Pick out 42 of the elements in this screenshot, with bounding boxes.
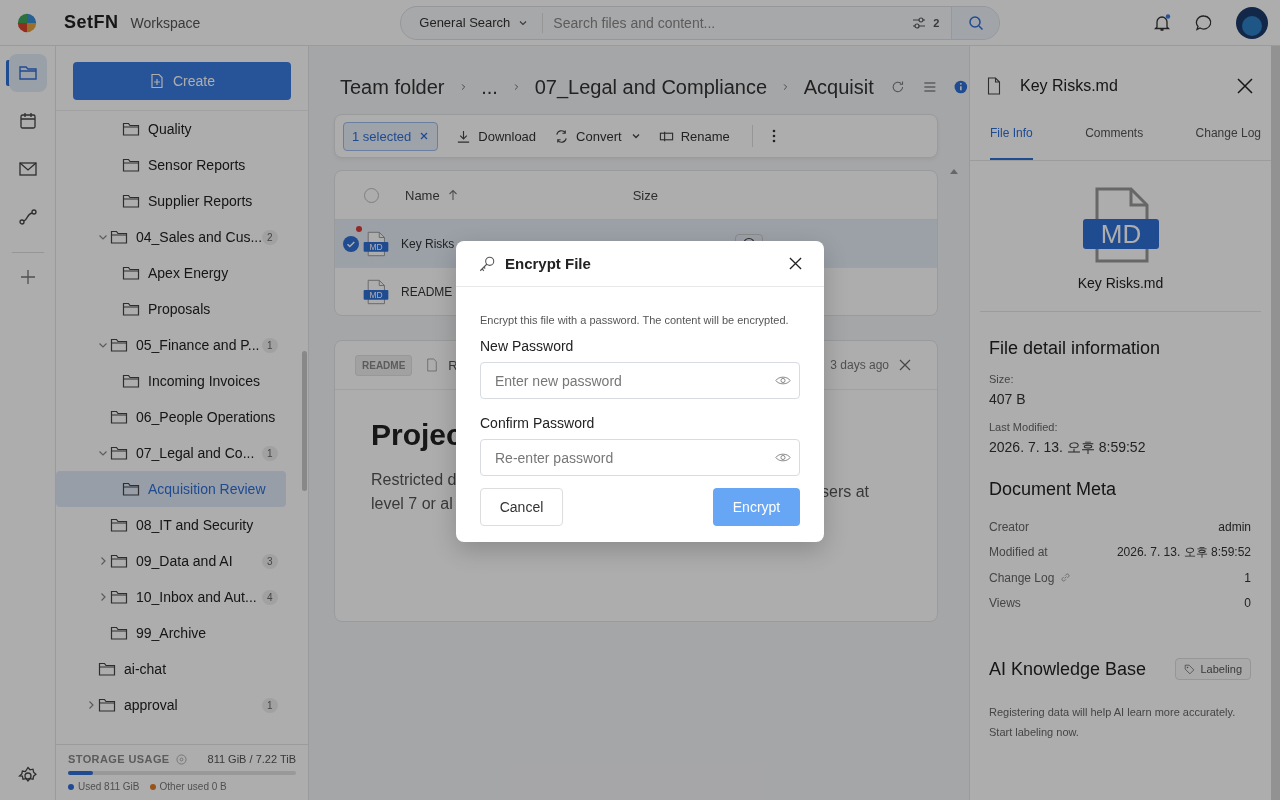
count-badge: 4 [262, 589, 278, 605]
legend-label: Used 811 GiB [78, 781, 140, 792]
field-label: New Password [480, 338, 575, 354]
dialog-description: Encrypt this file with a password. The content will be encrypted. [480, 313, 790, 328]
section-title: File detail information [989, 338, 1162, 359]
section-title: AI Knowledge Base [989, 658, 1147, 680]
readme-text: Restricted d [371, 470, 458, 490]
meta-value: 1 [1244, 570, 1251, 585]
field-value: 2026. 7. 13. 오후 8:59:52 [989, 439, 1147, 457]
file-name: README [401, 284, 454, 299]
meta-value: 2026. 7. 13. 오후 8:59:52 [1116, 543, 1251, 561]
file-name: Key Risks [401, 236, 456, 251]
field-label: Last Modified: [989, 421, 1059, 433]
readme-badge: README [355, 354, 413, 376]
meta-label: Creator [989, 519, 1029, 534]
count-badge: 1 [262, 337, 278, 353]
readme-text: level 7 or al [371, 494, 454, 514]
count-badge: 1 [262, 445, 278, 461]
readme-heading: Projec [371, 418, 463, 452]
section-title: Document Meta [989, 479, 1118, 500]
field-value: 407 B [989, 391, 1027, 407]
filter-count: 2 [933, 16, 940, 29]
brand-name: SetFN [64, 12, 119, 33]
field-label: Confirm Password [480, 415, 596, 431]
count-badge: 1 [262, 697, 278, 713]
modified-time: 3 days ago [830, 358, 889, 372]
meta-value: 0 [1244, 596, 1251, 611]
count-badge: 3 [262, 553, 278, 569]
meta-label: Change Log [989, 570, 1055, 585]
legend-label: Other used 0 B [159, 781, 227, 792]
field-label: Size: [989, 373, 1015, 385]
meta-label: Modified at [989, 545, 1048, 560]
panel-title: Key Risks.md [1020, 77, 1118, 95]
dialog-title: Encrypt File [505, 255, 591, 272]
ai-note: Registering data will help AI learn more accurately. Start labeling now. [989, 705, 1237, 740]
storage-title: STORAGE USAGE [68, 753, 170, 765]
count-badge: 2 [262, 229, 278, 245]
workspace-label: Workspace [130, 14, 201, 31]
meta-label: Views [989, 596, 1021, 611]
meta-value: admin [1218, 519, 1251, 534]
storage-reading: 811 GiB / 7.22 TiB [207, 753, 296, 765]
file-name: Key Risks.md [1077, 275, 1164, 291]
